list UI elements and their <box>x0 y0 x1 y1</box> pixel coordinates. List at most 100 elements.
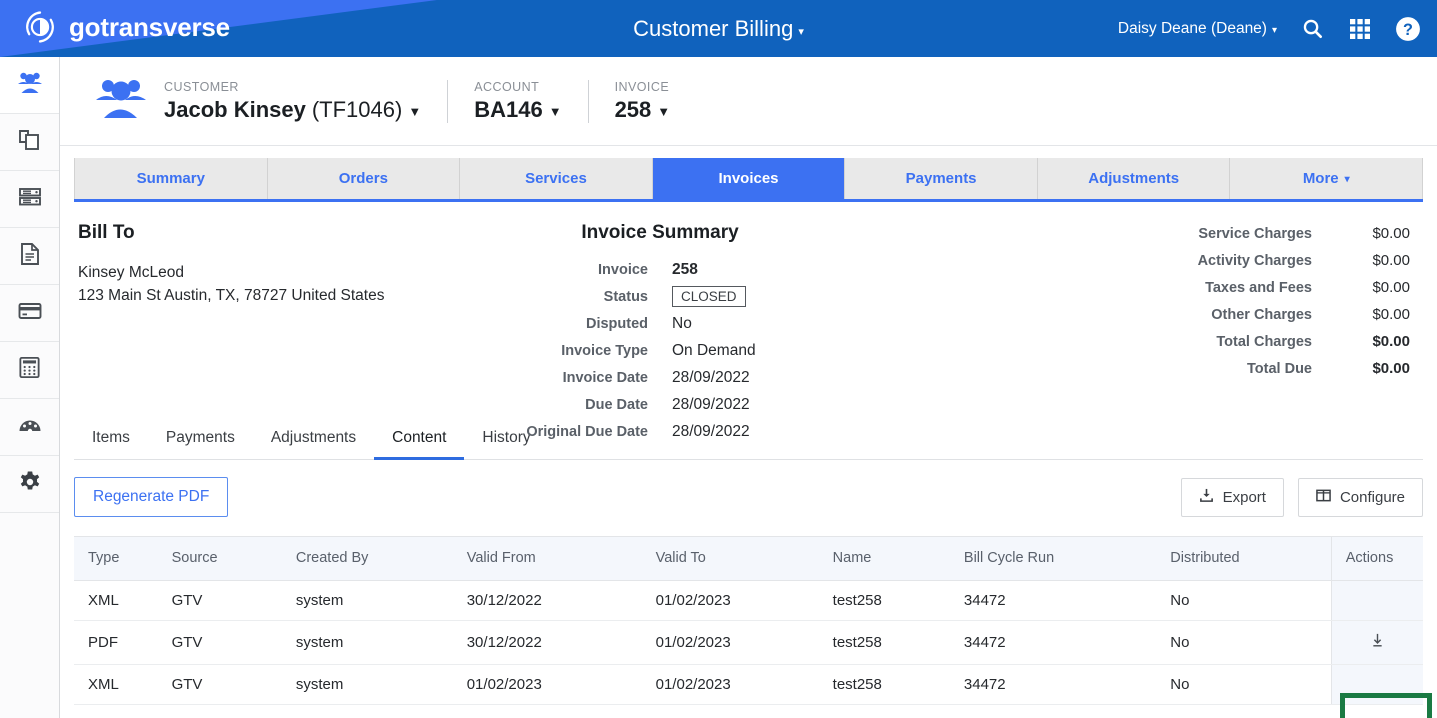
summary-row-status: Status CLOSED <box>490 285 830 308</box>
copy-documents-icon <box>17 127 43 158</box>
page-title-text: Customer Billing <box>633 15 794 41</box>
table-row[interactable]: XML GTV system 01/02/2023 01/02/2023 tes… <box>74 664 1423 705</box>
charge-row-service: Service Charges $0.00 <box>940 222 1410 245</box>
sidebar-item-servers[interactable] <box>0 171 59 228</box>
cell-source: GTV <box>157 620 282 665</box>
tab-services[interactable]: Services <box>460 158 653 199</box>
customers-group-icon <box>15 68 45 103</box>
table-head: Type Source Created By Valid From Valid … <box>74 537 1423 581</box>
charge-value-taxes: $0.00 <box>1372 279 1410 296</box>
summary-value-original-due-date: 28/09/2022 <box>672 422 750 440</box>
table-row[interactable]: PDF GTV system 30/12/2022 01/02/2023 tes… <box>74 620 1423 665</box>
cell-type: PDF <box>74 620 158 665</box>
content-table-wrapper: Type Source Created By Valid From Valid … <box>74 536 1423 705</box>
cell-name: test258 <box>818 580 950 621</box>
brand[interactable]: gotransverse <box>22 9 230 45</box>
context-invoice[interactable]: INVOICE 258 ▼ <box>587 79 697 123</box>
summary-key-original-due-date: Original Due Date <box>526 423 648 440</box>
charge-key-activity: Activity Charges <box>1197 252 1312 269</box>
charge-value-total-charges: $0.00 <box>1372 333 1410 350</box>
brand-name: gotransverse <box>69 11 230 42</box>
tab-more[interactable]: More ▾ <box>1230 158 1424 199</box>
export-button-label: Export <box>1222 488 1266 506</box>
configure-button-label: Configure <box>1339 488 1405 506</box>
column-header-type[interactable]: Type <box>74 537 158 581</box>
context-customer-label: CUSTOMER <box>164 79 239 94</box>
charge-value-total-due: $0.00 <box>1372 360 1410 377</box>
column-header-source[interactable]: Source <box>157 537 282 581</box>
context-customer[interactable]: CUSTOMER Jacob Kinsey (TF1046) ▼ <box>164 80 447 123</box>
user-menu[interactable]: Daisy Deane (Deane) ▾ <box>1118 20 1277 38</box>
charge-row-total-due: Total Due $0.00 <box>940 357 1410 380</box>
cell-actions[interactable] <box>1330 620 1423 665</box>
tab-summary[interactable]: Summary <box>74 158 268 199</box>
download-icon[interactable] <box>1369 633 1386 653</box>
context-breadcrumb: CUSTOMER Jacob Kinsey (TF1046) ▼ ACCOUNT… <box>60 57 1437 146</box>
tab-payments-label: Payments <box>905 170 977 187</box>
context-customer-name: Jacob Kinsey <box>164 96 306 122</box>
subtab-payments[interactable]: Payments <box>148 418 253 460</box>
context-invoice-value[interactable]: 258 ▼ <box>615 97 671 123</box>
table-row[interactable]: XML GTV system 30/12/2022 01/02/2023 tes… <box>74 580 1423 621</box>
regenerate-pdf-button[interactable]: Regenerate PDF <box>74 477 229 517</box>
configure-button[interactable]: Configure <box>1297 477 1423 517</box>
help-circle-icon[interactable]: ? <box>1395 16 1421 42</box>
charge-row-activity: Activity Charges $0.00 <box>940 249 1410 272</box>
cell-distributed: No <box>1156 580 1332 621</box>
cell-distributed: No <box>1156 664 1332 705</box>
column-header-name[interactable]: Name <box>818 537 950 581</box>
tab-adjustments[interactable]: Adjustments <box>1037 158 1231 199</box>
subtab-content-label: Content <box>392 428 447 446</box>
column-header-created-by[interactable]: Created By <box>281 537 453 581</box>
sidebar-item-settings[interactable] <box>0 456 59 513</box>
invoice-summary-list: Invoice 258 Status CLOSED Disputed No In… <box>490 258 830 443</box>
cell-valid-from: 30/12/2022 <box>452 620 642 665</box>
customer-group-icon <box>94 75 148 128</box>
context-account-value[interactable]: BA146 ▼ <box>474 97 561 123</box>
sidebar-item-invoices[interactable] <box>0 228 59 285</box>
column-header-valid-from[interactable]: Valid From <box>452 537 642 581</box>
subtab-content[interactable]: Content <box>374 418 465 460</box>
column-header-bill-cycle-run[interactable]: Bill Cycle Run <box>949 537 1157 581</box>
sidebar-item-customers[interactable] <box>0 57 59 114</box>
column-header-valid-to[interactable]: Valid To <box>641 537 819 581</box>
cell-bill-cycle-run: 34472 <box>949 620 1157 665</box>
tab-services-label: Services <box>525 170 587 187</box>
cell-distributed: No <box>1156 620 1332 665</box>
sidebar-item-payments[interactable] <box>0 285 59 342</box>
search-icon[interactable] <box>1299 16 1325 42</box>
tab-more-label: More <box>1302 170 1339 187</box>
apps-grid-icon[interactable] <box>1347 16 1373 42</box>
context-customer-value[interactable]: Jacob Kinsey (TF1046) ▼ <box>164 97 421 123</box>
context-invoice-label: INVOICE <box>614 79 670 94</box>
summary-row-disputed: Disputed No <box>490 312 830 335</box>
tab-invoices[interactable]: Invoices <box>652 158 846 199</box>
charge-row-total-charges: Total Charges $0.00 <box>940 330 1410 353</box>
cell-valid-from: 01/02/2023 <box>452 664 642 705</box>
tab-orders[interactable]: Orders <box>267 158 461 199</box>
chevron-down-icon: ▾ <box>1344 174 1350 185</box>
sidebar-item-documents[interactable] <box>0 114 59 171</box>
sidebar-item-calculator[interactable] <box>0 342 59 399</box>
tab-payments[interactable]: Payments <box>845 158 1038 199</box>
bill-to-block: Bill To Kinsey McLeod 123 Main St Austin… <box>78 222 478 307</box>
dashboard-gauge-icon <box>17 412 43 443</box>
summary-key-invoice: Invoice <box>598 261 648 278</box>
cell-actions <box>1330 580 1423 621</box>
sidebar-item-dashboard[interactable] <box>0 399 59 456</box>
subtab-adjustments[interactable]: Adjustments <box>253 418 374 460</box>
summary-key-invoice-type: Invoice Type <box>561 342 648 359</box>
subtab-items[interactable]: Items <box>74 418 148 460</box>
subtab-adjustments-label: Adjustments <box>270 428 357 446</box>
export-button[interactable]: Export <box>1180 477 1284 517</box>
cell-valid-to: 01/02/2023 <box>641 664 819 705</box>
cell-valid-to: 01/02/2023 <box>641 620 819 665</box>
cell-actions <box>1330 664 1423 705</box>
summary-key-invoice-date: Invoice Date <box>562 369 648 386</box>
context-account[interactable]: ACCOUNT BA146 ▼ <box>447 79 587 123</box>
cell-bill-cycle-run: 34472 <box>949 580 1157 621</box>
summary-row-invoice: Invoice 258 <box>490 258 830 281</box>
summary-value-due-date: 28/09/2022 <box>672 395 750 413</box>
summary-row-invoice-date: Invoice Date 28/09/2022 <box>490 366 830 389</box>
column-header-distributed[interactable]: Distributed <box>1156 537 1332 581</box>
